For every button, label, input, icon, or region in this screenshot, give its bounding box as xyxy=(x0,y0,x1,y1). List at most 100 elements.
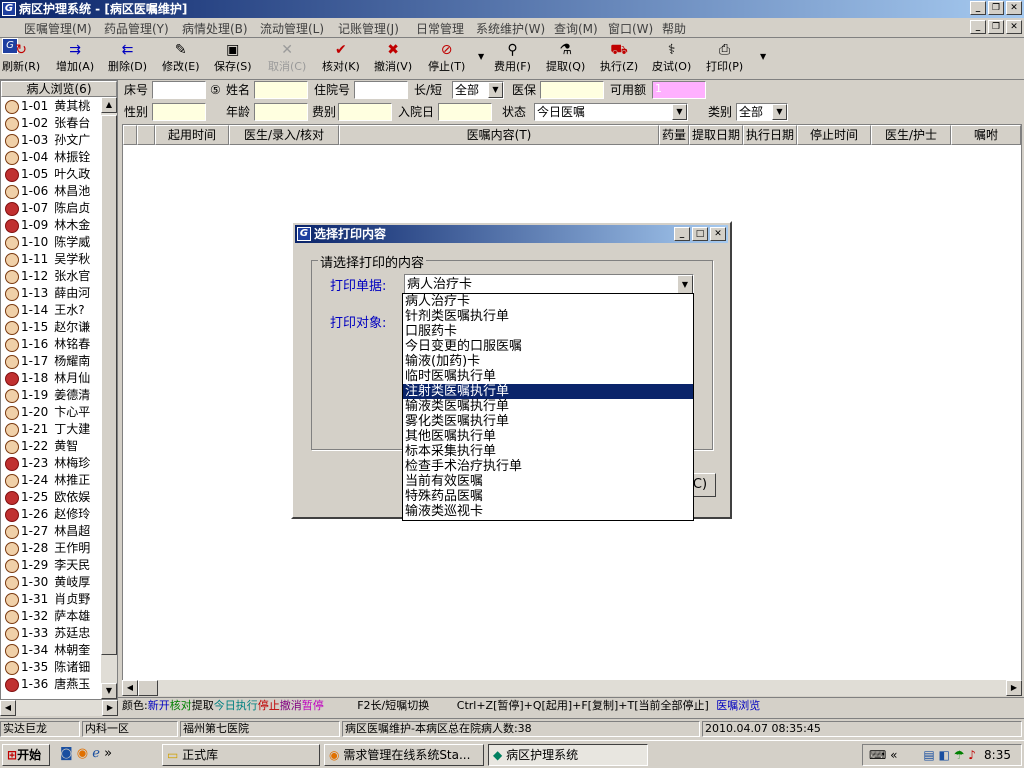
long-short-select[interactable]: 全部 ▼ xyxy=(452,81,504,99)
toolbar-button-8[interactable]: ⊘ 停止(T) xyxy=(428,42,465,74)
monitor-icon[interactable]: ◧ xyxy=(939,748,950,762)
patient-item[interactable]: 1-21 丁大建 xyxy=(1,421,101,438)
menu-flow[interactable]: 流动管理(L) xyxy=(260,20,324,37)
name-field[interactable] xyxy=(254,81,308,99)
patient-item[interactable]: 1-09 林木金 xyxy=(1,217,101,234)
patient-item[interactable]: 1-04 林振铨 xyxy=(1,149,101,166)
dropdown-option[interactable]: 特殊药品医嘱 xyxy=(403,489,693,504)
dropdown-option[interactable]: 输液(加药)卡 xyxy=(403,354,693,369)
scroll-left-button[interactable]: ◀ xyxy=(122,680,138,696)
grid-header-stop-time[interactable]: 停止时间 xyxy=(797,125,871,145)
network-icon[interactable]: ▤ xyxy=(923,748,934,762)
minimize-button[interactable]: _ xyxy=(970,1,986,15)
dialog-minimize-button[interactable]: _ xyxy=(674,227,690,241)
menu-help[interactable]: 帮助 xyxy=(662,20,686,37)
grid-header-order-content[interactable]: 医嘱内容(T) xyxy=(339,125,659,145)
dialog-close-button[interactable]: ✕ xyxy=(710,227,726,241)
patient-item[interactable]: 1-22 黄智 xyxy=(1,438,101,455)
grid-hscrollbar[interactable]: ◀ ▶ xyxy=(122,680,1022,696)
sex-field[interactable] xyxy=(152,103,206,121)
toolbar-button-12[interactable]: ⚕ 皮试(O) xyxy=(652,42,691,74)
scroll-right-button[interactable]: ▶ xyxy=(102,700,118,716)
patient-item[interactable]: 1-10 陈学威 xyxy=(1,234,101,251)
dropdown-option[interactable]: 注射类医嘱执行单 xyxy=(403,384,693,399)
patient-item[interactable]: 1-01 黄其桃 xyxy=(1,98,101,115)
chevron-down-icon[interactable]: ▼ xyxy=(760,52,766,61)
menu-window[interactable]: 窗口(W) xyxy=(608,20,653,37)
patient-item[interactable]: 1-32 萨本雄 xyxy=(1,608,101,625)
toolbar-button-4[interactable]: ▣ 保存(S) xyxy=(214,42,252,74)
patient-item[interactable]: 1-25 欧依娱 xyxy=(1,489,101,506)
patient-item[interactable]: 1-34 林朝奎 xyxy=(1,642,101,659)
desktop-icon[interactable]: ◙ xyxy=(60,746,73,761)
close-button[interactable]: ✕ xyxy=(1006,1,1022,15)
toolbar-button-5[interactable]: ✕ 取消(C) xyxy=(268,42,306,74)
scroll-thumb[interactable] xyxy=(101,115,117,655)
toolbar-button-10[interactable]: ⚗ 提取(Q) xyxy=(546,42,585,74)
patient-item[interactable]: 1-13 薛由河 xyxy=(1,285,101,302)
patient-item[interactable]: 1-20 卞心平 xyxy=(1,404,101,421)
menu-conditions[interactable]: 病情处理(B) xyxy=(182,20,248,37)
mdi-minimize-button[interactable]: _ xyxy=(970,20,986,34)
dropdown-option[interactable]: 检查手术治疗执行单 xyxy=(403,459,693,474)
dropdown-option[interactable]: 今日变更的口服医嘱 xyxy=(403,339,693,354)
patient-item[interactable]: 1-33 苏廷忠 xyxy=(1,625,101,642)
menu-accounting[interactable]: 记账管理(J) xyxy=(338,20,399,37)
status-select[interactable]: 今日医嘱 ▼ xyxy=(534,103,688,121)
patient-item[interactable]: 1-23 林梅珍 xyxy=(1,455,101,472)
dropdown-option[interactable]: 输液类巡视卡 xyxy=(403,504,693,519)
chevron-down-icon[interactable]: ▼ xyxy=(672,104,687,120)
print-doc-select[interactable]: 病人治疗卡 ▼ xyxy=(404,274,694,295)
umbrella-icon[interactable]: ☂ xyxy=(954,748,965,762)
grid-header-instructions[interactable]: 嘱咐 xyxy=(951,125,1021,145)
patient-item[interactable]: 1-12 张水官 xyxy=(1,268,101,285)
dropdown-option[interactable]: 当前有效医嘱 xyxy=(403,474,693,489)
dialog-maximize-button[interactable]: □ xyxy=(692,227,708,241)
task-nursing-system[interactable]: ◆ 病区护理系统 xyxy=(488,744,648,766)
dropdown-option[interactable]: 标本采集执行单 xyxy=(403,444,693,459)
patient-item[interactable]: 1-15 赵尔谦 xyxy=(1,319,101,336)
grid-header-dosage[interactable]: 药量 xyxy=(659,125,689,145)
firefox-icon[interactable]: ◉ xyxy=(77,746,88,761)
dropdown-option[interactable]: 针剂类医嘱执行单 xyxy=(403,309,693,324)
dropdown-option[interactable]: 口服药卡 xyxy=(403,324,693,339)
toolbar-button-9[interactable]: ⚲ 费用(F) xyxy=(494,42,531,74)
fee-type-field[interactable] xyxy=(338,103,392,121)
grid-header-doctor[interactable]: 医生/录入/核对 xyxy=(229,125,339,145)
patient-item[interactable]: 1-18 林月仙 xyxy=(1,370,101,387)
scroll-up-button[interactable]: ▲ xyxy=(101,97,117,113)
grid-header-doctor-nurse[interactable]: 医生/护士 xyxy=(871,125,951,145)
chevron-down-icon[interactable]: ▼ xyxy=(772,104,787,120)
dropdown-option[interactable]: 输液类医嘱执行单 xyxy=(403,399,693,414)
restore-button[interactable]: ❐ xyxy=(988,1,1004,15)
task-folder[interactable]: ▭ 正式库 xyxy=(162,744,320,766)
toolbar-button-13[interactable]: ⎙ 打印(P) xyxy=(706,42,743,74)
toolbar-button-0[interactable]: ↻ 刷新(R) xyxy=(2,42,40,74)
patient-item[interactable]: 1-27 林昌超 xyxy=(1,523,101,540)
patient-item[interactable]: 1-28 王作明 xyxy=(1,540,101,557)
patient-list-scrollbar[interactable]: ▲ ▼ xyxy=(101,97,117,699)
patient-item[interactable]: 1-19 姜德清 xyxy=(1,387,101,404)
available-field[interactable]: 1 xyxy=(652,81,706,99)
toolbar-button-7[interactable]: ✖ 撤消(V) xyxy=(374,42,412,74)
dropdown-option[interactable]: 病人治疗卡 xyxy=(403,294,693,309)
clock[interactable]: 8:35 xyxy=(984,745,1011,765)
speaker-icon[interactable]: ♪ xyxy=(968,748,976,762)
patient-item[interactable]: 1-31 肖贞野 xyxy=(1,591,101,608)
patient-item[interactable]: 1-30 黄岐厚 xyxy=(1,574,101,591)
age-field[interactable] xyxy=(254,103,308,121)
patient-item[interactable]: 1-24 林推正 xyxy=(1,472,101,489)
toolbar-button-3[interactable]: ✎ 修改(E) xyxy=(162,42,200,74)
toolbar-button-2[interactable]: ⇇ 删除(D) xyxy=(108,42,147,74)
patient-item[interactable]: 1-17 杨耀南 xyxy=(1,353,101,370)
scroll-down-button[interactable]: ▼ xyxy=(101,683,117,699)
chevron-down-icon[interactable]: ▼ xyxy=(488,82,503,98)
patient-item[interactable]: 1-05 叶久政 xyxy=(1,166,101,183)
admit-date-field[interactable] xyxy=(438,103,492,121)
bed-field[interactable] xyxy=(152,81,206,99)
mdi-close-button[interactable]: ✕ xyxy=(1006,20,1022,34)
toolbar-button-11[interactable]: ⛟ 执行(Z) xyxy=(600,42,638,74)
patient-item[interactable]: 1-14 王水? xyxy=(1,302,101,319)
menu-orders[interactable]: 医嘱管理(M) xyxy=(24,20,92,37)
dropdown-option[interactable]: 临时医嘱执行单 xyxy=(403,369,693,384)
